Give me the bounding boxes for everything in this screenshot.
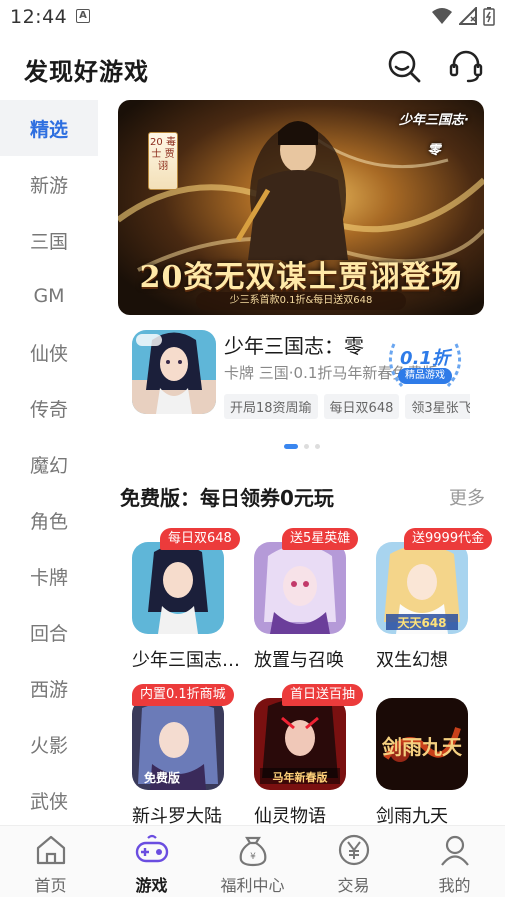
nav-item-profile[interactable]: 我的 <box>404 826 505 897</box>
game-name: 仙灵物语 <box>254 806 326 825</box>
carousel-dot[interactable] <box>304 444 309 449</box>
category-sidebar: 精选 新游 三国 GM 仙侠 传奇 魔幻 角色 卡牌 回合 西游 火影 武侠 <box>0 100 98 825</box>
game-card[interactable]: 送5星英雄 放置与召唤 <box>254 528 364 671</box>
banner-subtitle: 少三系首款0.1折&每日送双648 <box>196 292 406 310</box>
sidebar-item-xianxia[interactable]: 仙侠 <box>0 324 98 380</box>
section-title: 免费版：每日领券0元玩 <box>120 486 334 510</box>
banner-badge: 20 毒士 贾诩 <box>148 132 178 190</box>
home-icon <box>36 835 65 865</box>
featured-game-name: 少年三国志：零 <box>224 334 364 358</box>
game-card[interactable]: 每日双648 少年三国志：零 <box>132 528 242 671</box>
svg-text:免费版: 免费版 <box>144 770 180 785</box>
sidebar-item-fantasy[interactable]: 魔幻 <box>0 436 98 492</box>
feature-tag: 每日双648 <box>323 394 400 419</box>
page-title: 发现好游戏 <box>24 58 149 86</box>
banner-logo: 少年三国志·零 <box>399 113 469 158</box>
game-promo-tag: 内置0.1折商城 <box>132 684 234 706</box>
feature-tag: 开局18资周瑜 <box>224 394 318 419</box>
sidebar-item-rpg[interactable]: 角色 <box>0 492 98 548</box>
section-more-link[interactable]: 更多 <box>449 484 485 510</box>
promo-banner[interactable]: 20 毒士 贾诩 少年三国志·零 20资无双谋士贾诩登场 少三系首款0.1折&每… <box>118 100 484 315</box>
status-time: 12:44 <box>10 6 68 28</box>
game-card[interactable]: 首日送百抽 马年新春版 仙灵物语 <box>254 684 364 825</box>
featured-game-icon <box>132 330 216 414</box>
bottom-nav: 首页 游戏 ¥ 福利中心 交易 我的 <box>0 825 505 897</box>
carousel-dot-active[interactable] <box>284 444 298 449</box>
game-card[interactable]: 送9999代金 天天648 双生幻想 <box>376 528 493 671</box>
discount-badge: 0.1折 精品游戏 <box>380 338 470 392</box>
discount-value: 0.1折 <box>400 348 450 369</box>
yen-icon <box>338 834 369 866</box>
game-name: 剑雨九天 <box>376 806 448 825</box>
search-icon[interactable] <box>386 48 422 84</box>
sidebar-item-card[interactable]: 卡牌 <box>0 548 98 604</box>
game-promo-tag: 送9999代金 <box>404 528 493 550</box>
nav-item-home[interactable]: 首页 <box>0 826 101 897</box>
sidebar-item-gm[interactable]: GM <box>0 268 98 324</box>
sidebar-item-turn-based[interactable]: 回合 <box>0 604 98 660</box>
sidebar-item-three-kingdoms[interactable]: 三国 <box>0 212 98 268</box>
nav-item-games[interactable]: 游戏 <box>101 826 202 897</box>
app-header: 发现好游戏 <box>0 34 505 100</box>
game-icon <box>254 542 346 634</box>
game-promo-tag: 送5星英雄 <box>282 528 359 550</box>
featured-game-tags: 开局18资周瑜 每日双648 领3星张飞 <box>224 394 470 419</box>
battery-icon <box>483 7 495 26</box>
wifi-icon <box>432 8 452 24</box>
nav-label: 首页 <box>34 876 67 895</box>
sidebar-item-new[interactable]: 新游 <box>0 156 98 212</box>
signal-icon <box>459 7 477 25</box>
svg-text:剑雨九天: 剑雨九天 <box>381 735 463 759</box>
user-icon <box>440 835 469 866</box>
gamepad-icon <box>135 834 168 863</box>
game-icon: 马年新春版 <box>254 698 346 790</box>
nav-label: 游戏 <box>135 876 168 895</box>
game-promo-tag: 首日送百抽 <box>282 684 364 706</box>
sidebar-item-journey-west[interactable]: 西游 <box>0 660 98 716</box>
svg-text:马年新春版: 马年新春版 <box>273 770 328 784</box>
game-promo-tag: 每日双648 <box>160 528 240 550</box>
sidebar-item-featured[interactable]: 精选 <box>0 100 98 156</box>
game-card[interactable]: 内置0.1折商城 免费版 新斗罗大陆 <box>132 684 242 825</box>
sidebar-item-naruto[interactable]: 火影 <box>0 716 98 772</box>
nav-label: 交易 <box>337 876 370 895</box>
status-icons <box>431 6 495 26</box>
nav-item-trade[interactable]: 交易 <box>303 826 404 897</box>
game-icon <box>132 542 224 634</box>
notification-icon: A <box>76 9 90 23</box>
customer-service-icon[interactable] <box>448 48 484 84</box>
game-name: 新斗罗大陆 <box>132 806 222 825</box>
sidebar-item-wuxia[interactable]: 武侠 <box>0 772 98 825</box>
carousel-dot[interactable] <box>315 444 320 449</box>
feature-tag: 领3星张飞 <box>405 394 470 419</box>
game-card[interactable]: 剑雨九天 剑雨九天 <box>376 684 486 825</box>
nav-label: 福利中心 <box>220 876 285 895</box>
status-bar: 12:44 A <box>0 0 505 34</box>
svg-text:天天648: 天天648 <box>397 616 446 630</box>
game-icon: 免费版 <box>132 698 224 790</box>
nav-item-welfare[interactable]: ¥ 福利中心 <box>202 826 303 897</box>
discount-label: 精品游戏 <box>398 368 452 384</box>
game-name: 双生幻想 <box>376 650 448 671</box>
carousel-indicator <box>284 444 320 449</box>
nav-label: 我的 <box>438 876 471 895</box>
svg-text:¥: ¥ <box>250 852 256 862</box>
featured-game[interactable]: 少年三国志：零 卡牌 三国·0.1折马年新春免费版 开局18资周瑜 每日双648… <box>132 330 502 419</box>
gift-bag-icon: ¥ <box>239 836 266 867</box>
main-content: 20 毒士 贾诩 少年三国志·零 20资无双谋士贾诩登场 少三系首款0.1折&每… <box>98 100 505 825</box>
banner-title: 20资无双谋士贾诩登场 <box>139 260 463 295</box>
game-name: 放置与召唤 <box>254 650 344 671</box>
game-icon: 天天648 <box>376 542 468 634</box>
game-name: 少年三国志：零 <box>132 650 242 671</box>
sidebar-item-legend[interactable]: 传奇 <box>0 380 98 436</box>
game-icon: 剑雨九天 <box>376 698 468 790</box>
